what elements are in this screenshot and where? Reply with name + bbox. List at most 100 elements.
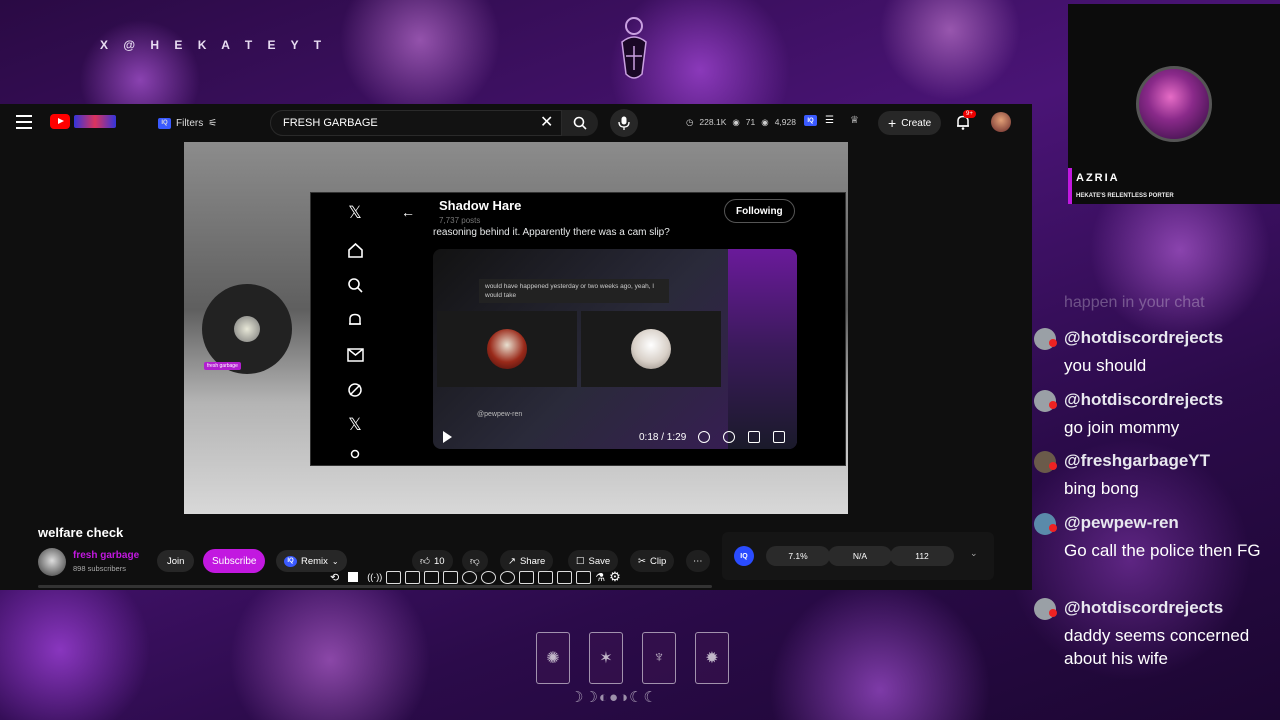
tarot-card-starburst-icon: ✹ [695,632,729,684]
home-icon[interactable] [345,240,365,260]
iq-remix-icon: IQ [284,555,297,567]
gear-icon[interactable]: ⚙ [609,569,621,585]
chat-text: you should [1064,356,1147,375]
list-icon[interactable]: ☰ [825,115,834,126]
pip-icon[interactable] [748,431,760,443]
youtube-badge-icon [1049,462,1057,470]
x-post-window: 𝕏 𝕏 ← Shadow Hare 7,737 posts Following … [310,192,846,466]
iq-stat-count: 112 [890,546,954,566]
media-handle: @pewpew-ren [477,411,523,418]
settings-icon[interactable] [723,431,735,443]
youtube-badge-icon [1049,401,1057,409]
premium-x-icon[interactable]: 𝕏 [345,415,365,435]
iq-stat-percent: 7.1% [766,546,830,566]
flask-icon[interactable]: ⚗ [595,571,605,584]
iq-extension-icon[interactable]: IQ [804,115,817,126]
calendar-icon[interactable] [405,570,421,584]
screenshot-icon[interactable] [386,570,402,584]
video-stats: ◷ 228.1K ◉ 71 ◉ 4,928 [686,117,796,128]
theater-icon[interactable] [443,570,459,584]
media-tile-right [581,311,721,387]
notification-badge: 9+ [963,110,976,118]
mirror-icon[interactable] [538,570,554,584]
trophy-icon[interactable]: ♕ [850,115,859,126]
watching-icon: ◉ [732,117,740,127]
channel-name[interactable]: fresh garbage [73,550,139,561]
subscribe-button[interactable]: Subscribe [203,549,266,573]
chat-text: daddy seems concerned about his wife [1064,626,1250,668]
media-quote-text: would have happened yesterday or two wee… [479,279,669,303]
stop-icon[interactable] [348,572,359,582]
menu-icon[interactable] [16,115,32,129]
grok-icon[interactable] [345,380,365,400]
create-label: Create [901,117,932,129]
tweet-video[interactable]: would have happened yesterday or two wee… [433,249,797,449]
speed-icon[interactable] [481,570,497,584]
chevron-down-icon: ⌄ [331,556,339,566]
youtube-logo-icon[interactable] [50,114,70,129]
join-button[interactable]: Join [157,550,195,572]
streamer-subtitle: HEKATE'S RELENTLESS PORTER [1076,193,1174,199]
profile-avatar[interactable] [991,112,1011,132]
voice-search-button[interactable] [610,109,638,137]
iq-icon: IQ [158,117,171,129]
thumbs-down-icon: 👎︎ [470,556,480,567]
camera-icon[interactable] [576,570,592,584]
broadcast-icon[interactable]: ((·)) [367,572,382,582]
more-icon: ⋯ [693,555,703,567]
youtube-badge-icon [1049,339,1057,347]
media-tile-left [437,311,577,387]
caption-icon[interactable] [519,570,535,584]
youtube-window: IQ Filters ⚟ FRESH GARBAGE ✕ ◷ 228.1K ◉ 71… [0,104,1032,590]
video-overlay-avatar [202,284,292,374]
extension-icons: IQ ☰ ♕ [804,115,859,126]
media-side-panel [728,249,797,449]
audio-icon[interactable] [462,570,478,584]
messages-icon[interactable] [345,345,365,365]
video-player[interactable]: fresh garbage 𝕏 𝕏 ← Shadow Hare 7,737 po… [184,142,848,514]
filters-button[interactable]: IQ Filters ⚟ [150,112,225,134]
loop-icon[interactable]: ⟲ [330,571,339,584]
tarot-card-figure-icon: ♆ [642,632,676,684]
chevron-down-icon[interactable]: ⌄ [970,548,978,559]
media-time: 0:18 / 1:29 [639,432,687,443]
back-arrow-icon[interactable]: ← [401,204,415,220]
notifications-icon[interactable] [345,310,365,330]
channel-subscribers: 898 subscribers [73,564,126,573]
page-scrollbar[interactable] [38,585,712,588]
following-button[interactable]: Following [724,199,795,223]
plus-icon: + [888,115,897,131]
profile-icon[interactable] [345,449,365,465]
views-count: 228.1K [699,117,727,127]
volume-icon[interactable] [698,431,710,443]
color-icon[interactable] [500,570,516,584]
crest-icon [621,17,647,79]
play-icon[interactable] [443,431,452,443]
fullscreen-icon[interactable] [773,431,785,443]
create-button[interactable]: + Create [878,111,942,135]
youtube-badge-icon [1049,524,1057,532]
streamer-name: AZRIA [1076,172,1120,184]
chat-fading-message: happen in your chat [1064,294,1205,311]
clip-label: Clip [649,555,667,567]
watching-count: 71 [745,117,756,127]
channel-avatar[interactable] [38,548,66,576]
explore-icon[interactable] [345,275,365,295]
chat-text: Go call the police then FG [1064,541,1261,560]
iq-logo-icon: IQ [734,546,754,566]
chat-text: bing bong [1064,479,1139,498]
remix-label: Remix [301,555,328,567]
chat-username: @freshgarbageYT [1064,451,1211,470]
layout-icon[interactable] [557,570,573,584]
x-logo-icon[interactable]: 𝕏 [345,203,365,223]
chat-username: @pewpew-ren [1064,513,1179,532]
tarot-card-star-icon: ✶ [589,632,623,684]
video-title: welfare check [38,525,124,540]
tweet-text: reasoning behind it. Apparently there wa… [433,227,670,238]
image-icon[interactable] [424,570,440,584]
search-input[interactable]: FRESH GARBAGE [270,110,562,136]
search-button[interactable] [562,110,598,136]
clear-search-icon[interactable]: ✕ [540,112,553,132]
youtube-logo-art [74,115,116,128]
overlay-social-handle: X @ H E K A T E Y T [100,38,328,52]
